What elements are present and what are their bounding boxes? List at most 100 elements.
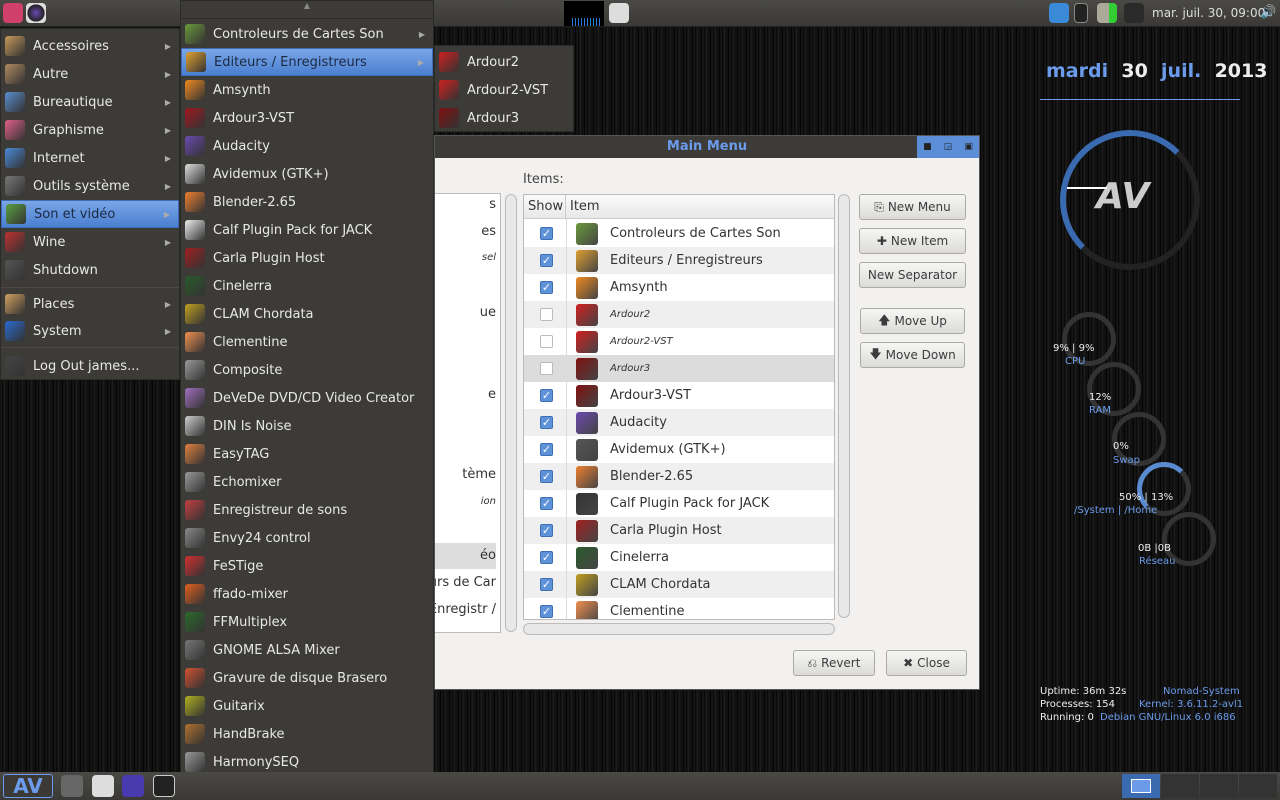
menu-item-easytag[interactable]: EasyTAG [181,440,433,468]
menu-item-outils-systeme[interactable]: Outils système ▶ [1,172,179,200]
new-item-button[interactable]: ✚ New Item [859,228,966,254]
menu-item-ardour2-vst[interactable]: Ardour2-VST [435,76,573,104]
menu-tree-item[interactable]: es [435,219,496,245]
minimize-icon[interactable]: ■ [923,136,932,158]
menu-item-handbrake[interactable]: HandBrake [181,720,433,748]
volume-icon[interactable]: 🔊 [1260,5,1276,20]
show-checkbox[interactable]: ✓ [540,605,553,618]
menu-tree-item[interactable]: / Enregistr [435,597,496,623]
menu-tree-item[interactable]: ue [435,300,496,326]
menu-item-gravure-de-disque-brasero[interactable]: Gravure de disque Brasero [181,664,433,692]
restore-icon[interactable]: ◲ [944,136,953,158]
update-icon[interactable] [1049,3,1069,23]
menu-item-ffado-mixer[interactable]: ffado-mixer [181,580,433,608]
menu-item-ardour3-vst[interactable]: Ardour3-VST [181,104,433,132]
menus-tree-scrollbar[interactable] [505,194,517,632]
network-plug-icon[interactable] [1124,3,1144,23]
table-row[interactable]: ✓ Blender-2.65 [524,463,834,490]
workspace-2[interactable] [1161,774,1199,798]
items-vertical-scrollbar[interactable] [838,194,850,618]
menu-item-festige[interactable]: FeSTige [181,552,433,580]
close-button[interactable]: ✖ Close [886,650,967,676]
table-row[interactable]: ✓ Audacity [524,409,834,436]
menu-item-ffmultiplex[interactable]: FFMultiplex [181,608,433,636]
table-row[interactable]: ✓ Clementine [524,598,834,619]
show-checkbox[interactable]: ✓ [540,281,553,294]
dialog-titlebar[interactable]: Main Menu ■ ◲ ▣ [435,136,979,158]
show-checkbox[interactable] [540,308,553,321]
menu-item-devede-dvd-cd-video-creator[interactable]: DeVeDe DVD/CD Video Creator [181,384,433,412]
show-checkbox[interactable]: ✓ [540,470,553,483]
menu-tree-item[interactable]: tème [435,462,496,488]
menu-item-controleurs-de-cartes-son[interactable]: Controleurs de Cartes Son ▶ [181,20,433,48]
menu-item-son-et-video[interactable]: Son et vidéo ▶ [1,200,179,228]
menu-item-amsynth[interactable]: Amsynth [181,76,433,104]
menu-item-wine[interactable]: Wine ▶ [1,228,179,256]
show-checkbox[interactable]: ✓ [540,443,553,456]
battery-icon[interactable] [1097,3,1117,23]
menu-item-clam-chordata[interactable]: CLAM Chordata [181,300,433,328]
menu-item-bureautique[interactable]: Bureautique ▶ [1,88,179,116]
show-checkbox[interactable]: ✓ [540,389,553,402]
av-launcher-button[interactable]: AV [3,774,53,798]
menu-item-accessoires[interactable]: Accessoires ▶ [1,32,179,60]
table-row[interactable]: ✓ Carla Plugin Host [524,517,834,544]
show-checkbox[interactable]: ✓ [540,416,553,429]
menu-item-graphisme[interactable]: Graphisme ▶ [1,116,179,144]
move-up-button[interactable]: 🡅 Move Up [860,308,965,334]
menu-tree-item[interactable]: éo [435,543,496,569]
column-header-item[interactable]: Item [566,195,834,219]
show-checkbox[interactable]: ✓ [540,524,553,537]
menu-item-log-out-james[interactable]: Log Out james... [1,352,179,380]
menu-item-places[interactable]: Places ▶ [1,290,179,318]
table-row[interactable]: ✓ Ardour3-VST [524,382,834,409]
show-checkbox[interactable]: ✓ [540,227,553,240]
table-row[interactable]: ✓ CLAM Chordata [524,571,834,598]
table-row[interactable]: ✓ Editeurs / Enregistreurs [524,247,834,274]
menu-tree-item[interactable]: ion [435,489,496,515]
menu-tree-item[interactable]: sel [435,245,496,271]
terminal-icon[interactable] [153,775,175,797]
table-row[interactable]: ✓ Calf Plugin Pack for JACK [524,490,834,517]
menu-item-envy24-control[interactable]: Envy24 control [181,524,433,552]
debian-menu-icon[interactable] [3,3,23,23]
browser-icon[interactable] [122,775,144,797]
settings-launcher-icon[interactable] [61,775,83,797]
file-cabinet-icon[interactable] [92,775,114,797]
move-down-button[interactable]: 🡇 Move Down [860,342,965,368]
menus-tree[interactable]: sessel ue e tèmeion éoeurs de Car/ Enregistr [435,193,501,633]
menu-item-gnome-alsa-mixer[interactable]: GNOME ALSA Mixer [181,636,433,664]
revert-button[interactable]: ⎌ Revert [793,650,875,676]
scroll-up-icon[interactable]: ▲ [181,1,433,19]
show-checkbox[interactable]: ✓ [540,551,553,564]
menu-item-blender-2-65[interactable]: Blender-2.65 [181,188,433,216]
menu-item-avidemux-gtk[interactable]: Avidemux (GTK+) [181,160,433,188]
show-checkbox[interactable]: ✓ [540,497,553,510]
table-row[interactable]: Ardour2-VST [524,328,834,355]
menu-tree-item[interactable]: s [435,194,496,218]
table-row[interactable]: ✓ Cinelerra [524,544,834,571]
menu-item-cinelerra[interactable]: Cinelerra [181,272,433,300]
menu-item-editeurs-enregistreurs[interactable]: Editeurs / Enregistreurs ▶ [181,48,433,76]
workspace-1[interactable] [1122,774,1160,798]
new-separator-button[interactable]: New Separator [859,262,966,288]
clipboard-icon[interactable] [1074,3,1088,23]
maximize-icon[interactable]: ▣ [964,136,973,158]
menu-item-din-is-noise[interactable]: DIN Is Noise [181,412,433,440]
column-header-show[interactable]: Show [524,195,566,219]
menu-item-guitarix[interactable]: Guitarix [181,692,433,720]
items-horizontal-scrollbar[interactable] [523,623,835,635]
menu-item-composite[interactable]: Composite [181,356,433,384]
clock[interactable]: mar. juil. 30, 09:00 [1152,6,1265,20]
menu-item-shutdown[interactable]: Shutdown [1,256,179,284]
menu-tree-item[interactable]: eurs de Car [435,570,496,596]
menu-item-audacity[interactable]: Audacity [181,132,433,160]
new-menu-button[interactable]: ⎘ New Menu [859,194,966,220]
menu-item-system[interactable]: System ▶ [1,317,179,345]
menu-item-enregistreur-de-sons[interactable]: Enregistreur de sons [181,496,433,524]
show-checkbox[interactable]: ✓ [540,254,553,267]
workspace-switcher-icon[interactable] [609,3,629,23]
menu-item-calf-plugin-pack-for-jack[interactable]: Calf Plugin Pack for JACK [181,216,433,244]
table-row[interactable]: ✓ Controleurs de Cartes Son [524,220,834,247]
menu-item-echomixer[interactable]: Echomixer [181,468,433,496]
